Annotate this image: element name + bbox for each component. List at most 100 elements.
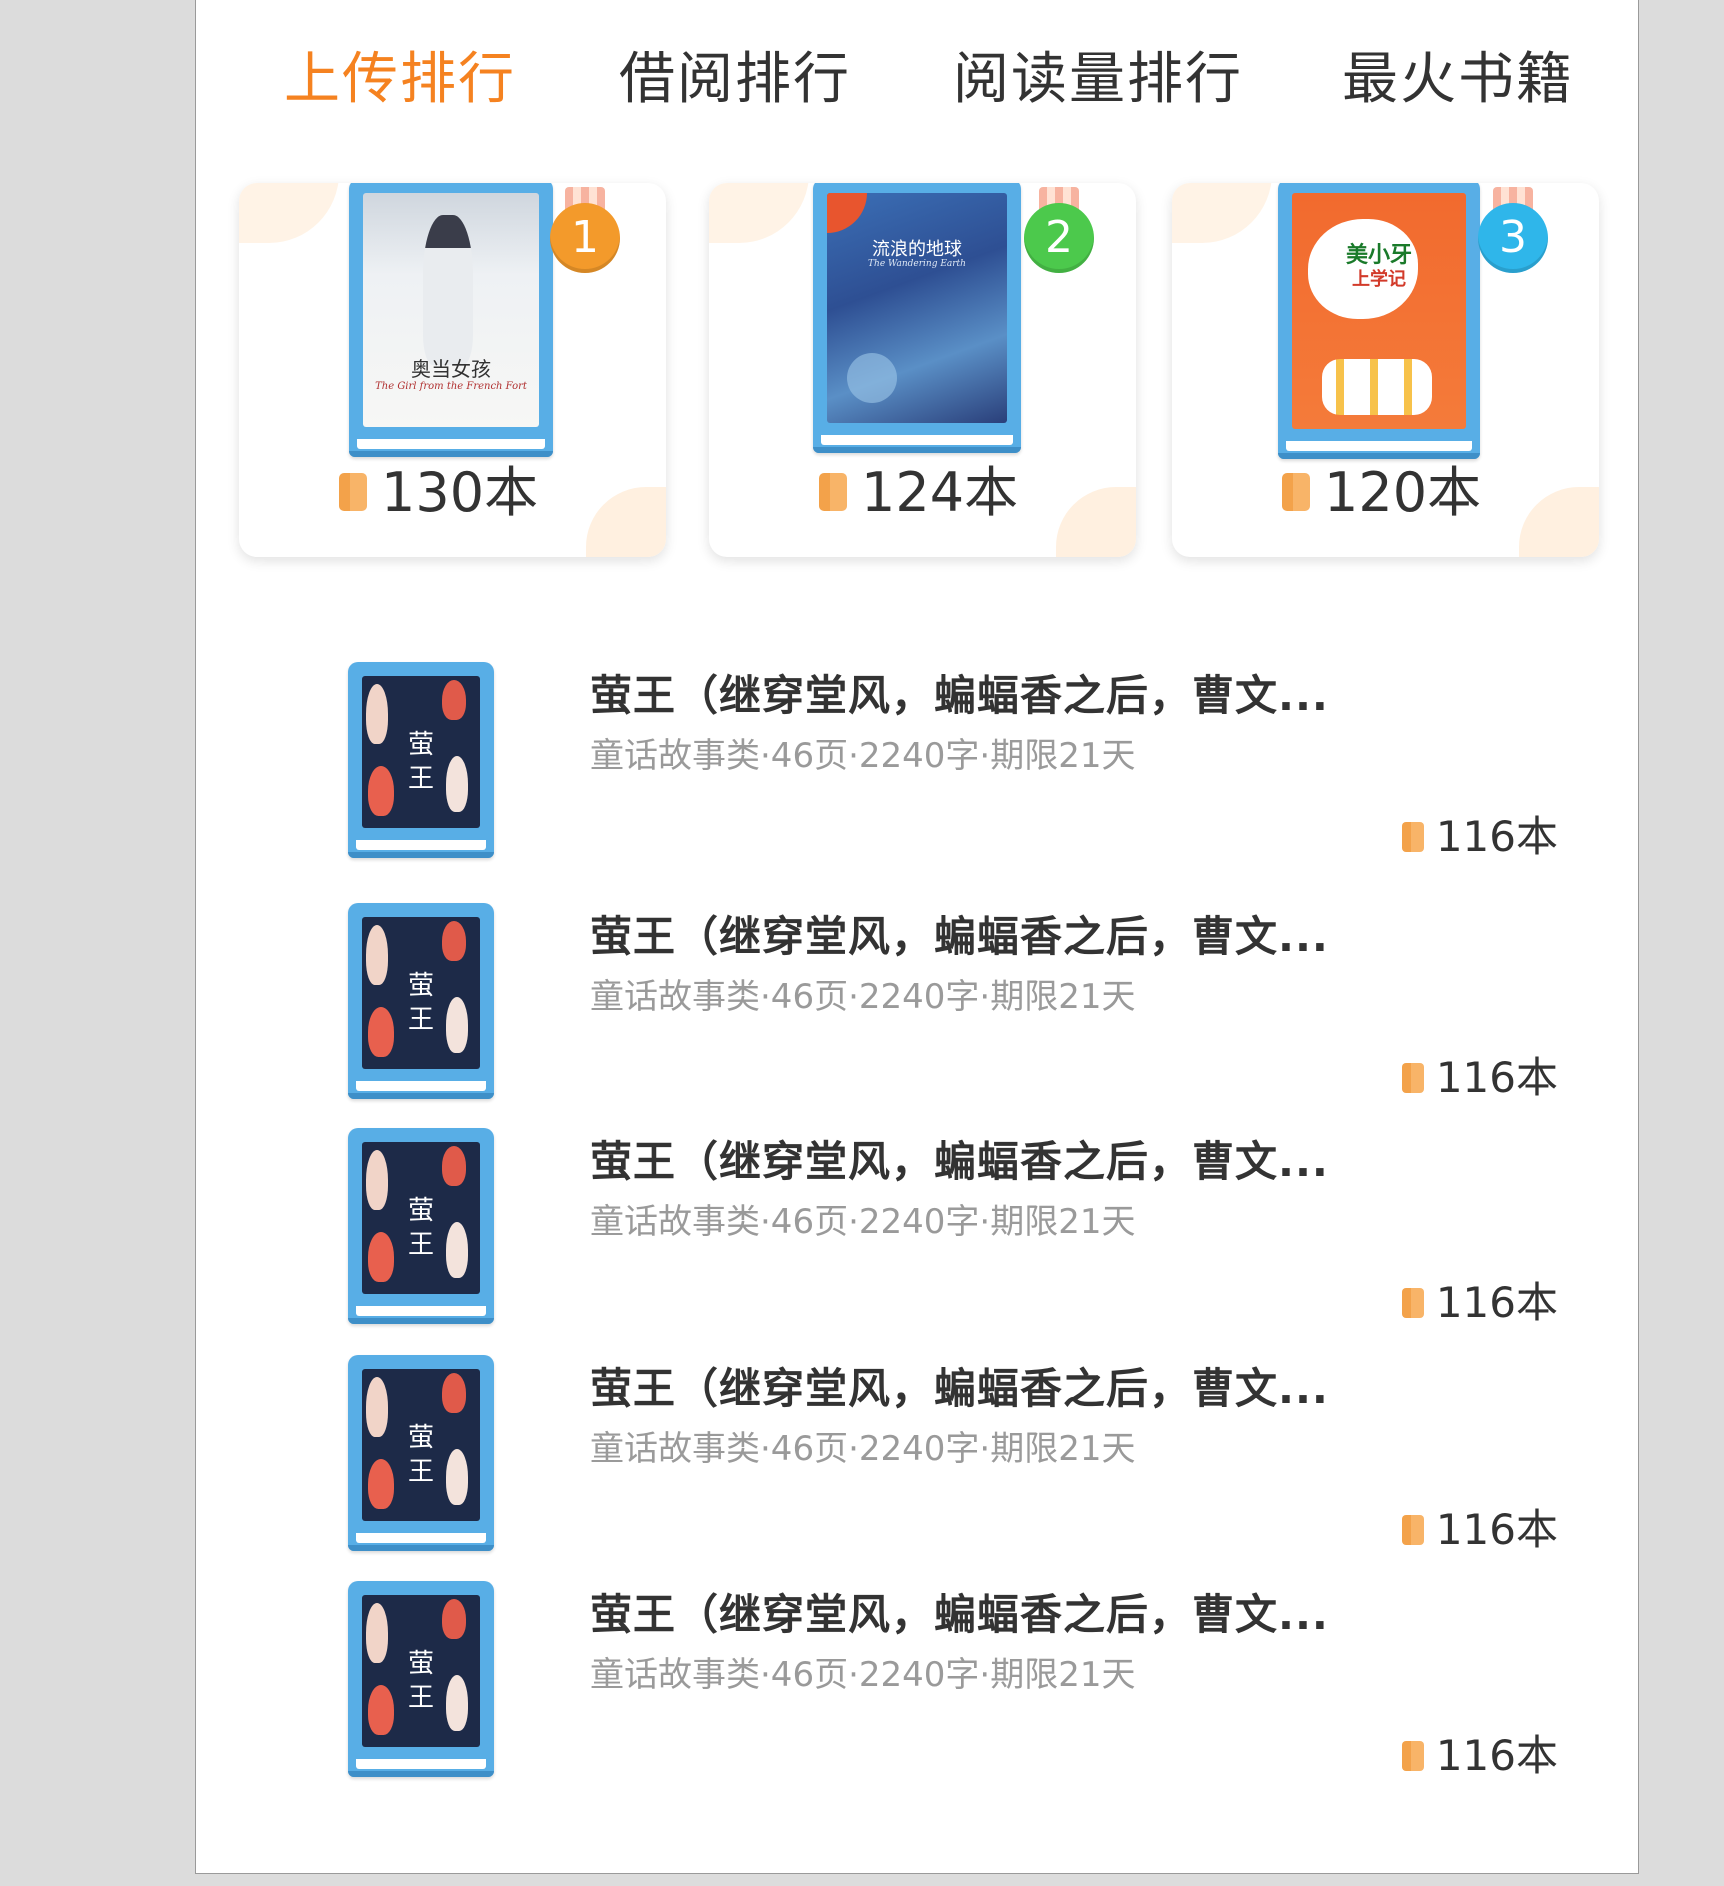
cover-title: 萤王 [407,971,434,1035]
decor-blob [1519,487,1599,557]
upload-count: 116本 [1401,812,1558,862]
book-meta: 童话故事类·46页·2240字·期限21天 [590,1202,1136,1242]
upload-count-value: 116本 [1435,1505,1558,1554]
upload-count: 124本 [819,463,1018,523]
book-icon [1401,1514,1424,1545]
book-icon [819,473,847,512]
upload-count-value: 116本 [1435,812,1558,861]
upload-count-value: 124本 [861,461,1019,524]
ranking-tabs: 上传排行 借阅排行 阅读量排行 最火书籍 [196,0,1638,165]
book-cover: 萤王 [348,903,494,1099]
book-cover: 流浪的地球 The Wandering Earth [813,183,1021,453]
medal-icon: 1 [550,203,620,273]
cover-subtitle: The Girl from the French Fort [375,381,527,392]
book-icon [1401,1062,1424,1093]
book-title: 萤王（继穿堂风，蝙蝠香之后，曹文... [590,912,1329,961]
tab-borrow-ranking[interactable]: 借阅排行 [619,42,851,118]
book-title: 萤王（继穿堂风，蝙蝠香之后，曹文... [590,1364,1329,1413]
cover-figure [423,215,473,365]
book-icon [1282,473,1310,512]
tab-upload-ranking[interactable]: 上传排行 [284,42,516,118]
book-cover: 萤王 [348,1128,494,1324]
upload-count: 130本 [339,463,538,523]
book-cover: 奥当女孩 The Girl from the French Fort [349,183,553,457]
book-icon [339,473,367,512]
decor-blob [1172,183,1272,243]
book-pages [356,1306,486,1316]
cover-figure [442,1599,466,1639]
book-pages [356,1759,486,1769]
ranking-panel: 上传排行 借阅排行 阅读量排行 最火书籍 奥当女孩 The Girl from … [195,0,1639,1874]
cover-title: 奥当女孩 [411,357,491,381]
upload-count: 116本 [1401,1731,1558,1781]
decor-blob [709,183,809,243]
list-item[interactable]: 萤王 萤王（继穿堂风，蝙蝠香之后，曹文... 童话故事类·46页·2240字·期… [196,1128,1638,1328]
book-cover: 萤王 [348,1581,494,1777]
book-pages [356,1081,486,1091]
upload-count-value: 130本 [381,461,539,524]
book-meta: 童话故事类·46页·2240字·期限21天 [590,736,1136,776]
top-card-2[interactable]: 流浪的地球 The Wandering Earth 2 124本 [709,183,1136,557]
book-edge [348,852,494,858]
cover-image: 萤王 [362,1369,480,1521]
top-card-1[interactable]: 奥当女孩 The Girl from the French Fort 1 130… [239,183,666,557]
top-card-3[interactable]: 美小牙 上学记 3 120本 [1172,183,1599,557]
book-meta: 童话故事类·46页·2240字·期限21天 [590,1429,1136,1469]
cover-image: 流浪的地球 The Wandering Earth [827,193,1007,423]
cover-image: 萤王 [362,1142,480,1294]
cover-image: 萤王 [362,917,480,1069]
book-cover: 萤王 [348,662,494,858]
book-icon [1401,1740,1424,1771]
cover-figure [442,921,466,961]
list-item[interactable]: 萤王 萤王（继穿堂风，蝙蝠香之后，曹文... 童话故事类·46页·2240字·期… [196,903,1638,1103]
cover-title: 萤王 [407,730,434,794]
book-edge [348,1318,494,1324]
book-pages [356,1533,486,1543]
cover-title: 萤王 [407,1196,434,1260]
book-pages [356,840,486,850]
book-edge [348,1771,494,1777]
cover-figure [442,680,466,720]
upload-count: 120本 [1282,463,1481,523]
cover-image: 萤王 [362,676,480,828]
cover-kids [1322,359,1432,415]
medal-icon: 2 [1024,203,1094,273]
book-edge [813,447,1021,453]
book-title: 萤王（继穿堂风，蝙蝠香之后，曹文... [590,671,1329,720]
cover-subtitle: 上学记 [1352,269,1406,290]
upload-count-value: 120本 [1324,461,1482,524]
cover-image: 萤王 [362,1595,480,1747]
book-cover: 美小牙 上学记 [1278,183,1480,459]
list-item[interactable]: 萤王 萤王（继穿堂风，蝙蝠香之后，曹文... 童话故事类·46页·2240字·期… [196,1581,1638,1781]
cover-figure [442,1373,466,1413]
cover-planet [847,353,897,403]
book-edge [349,451,553,457]
medal-icon: 3 [1478,203,1548,273]
list-item[interactable]: 萤王 萤王（继穿堂风，蝙蝠香之后，曹文... 童话故事类·46页·2240字·期… [196,662,1638,862]
decor-blob [586,487,666,557]
cover-figure [442,1146,466,1186]
upload-count: 116本 [1401,1053,1558,1103]
tab-reading-ranking[interactable]: 阅读量排行 [953,42,1243,118]
book-title: 萤王（继穿堂风，蝙蝠香之后，曹文... [590,1137,1329,1186]
book-icon [1401,821,1424,852]
upload-count: 116本 [1401,1505,1558,1555]
cover-title: 萤王 [407,1423,434,1487]
upload-count-value: 116本 [1435,1278,1558,1327]
book-pages [357,439,545,449]
upload-count-value: 116本 [1435,1053,1558,1102]
tab-hottest-books[interactable]: 最火书籍 [1342,42,1574,118]
upload-count-value: 116本 [1435,1731,1558,1780]
book-meta: 童话故事类·46页·2240字·期限21天 [590,1655,1136,1695]
book-icon [1401,1287,1424,1318]
book-title: 萤王（继穿堂风，蝙蝠香之后，曹文... [590,1590,1329,1639]
list-item[interactable]: 萤王 萤王（继穿堂风，蝙蝠香之后，曹文... 童话故事类·46页·2240字·期… [196,1355,1638,1555]
book-pages [1286,441,1472,451]
cover-corner [827,193,867,233]
cover-image: 奥当女孩 The Girl from the French Fort [363,193,539,427]
decor-blob [1056,487,1136,557]
upload-count: 116本 [1401,1278,1558,1328]
cover-image: 美小牙 上学记 [1292,193,1466,429]
book-pages [821,435,1013,445]
cover-title: 流浪的地球 [872,239,962,260]
